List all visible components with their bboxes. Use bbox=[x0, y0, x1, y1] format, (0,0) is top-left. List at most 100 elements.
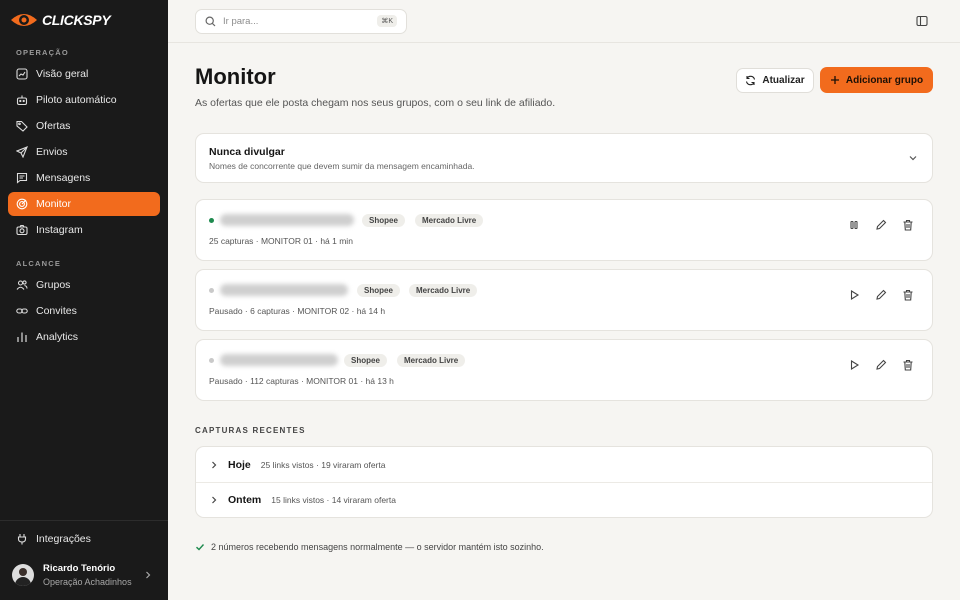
sidebar-item-label: Grupos bbox=[36, 279, 71, 291]
search-input[interactable]: Ir para... bbox=[223, 16, 258, 27]
edit-icon[interactable] bbox=[875, 289, 887, 301]
shortcut-badge: ⌘K bbox=[377, 15, 397, 27]
tag-icon bbox=[16, 120, 28, 132]
message-icon bbox=[16, 172, 28, 184]
user-name: Ricardo Tenório bbox=[43, 563, 116, 574]
group-name-blurred bbox=[220, 214, 354, 226]
refresh-label: Atualizar bbox=[762, 75, 805, 86]
user-profile[interactable]: Ricardo Tenório Operação Achadinhos bbox=[12, 560, 160, 590]
recent-day: Hoje bbox=[228, 458, 251, 471]
recent-captures-title: CAPTURAS RECENTES bbox=[195, 426, 306, 435]
plus-icon bbox=[830, 76, 839, 84]
sidebar-item-ofertas[interactable]: Ofertas bbox=[8, 114, 160, 138]
status-dot-paused bbox=[209, 358, 214, 363]
sidebar-item-envios[interactable]: Envios bbox=[8, 140, 160, 164]
edit-icon[interactable] bbox=[875, 219, 887, 231]
tag-mercado-livre: Mercado Livre bbox=[397, 354, 466, 367]
sidebar-item-instagram[interactable]: Instagram bbox=[8, 218, 160, 242]
trash-icon[interactable] bbox=[902, 359, 914, 371]
trash-icon[interactable] bbox=[902, 289, 914, 301]
edit-icon[interactable] bbox=[875, 359, 887, 371]
recent-info: 25 links vistos · 19 viraram oferta bbox=[260, 459, 386, 470]
robot-icon bbox=[16, 95, 28, 106]
logo-text: CLICKSPY bbox=[42, 12, 111, 28]
send-icon bbox=[16, 146, 28, 158]
sidebar-divider bbox=[0, 520, 168, 521]
section-label-alcance: ALCANCE bbox=[16, 259, 62, 268]
recent-info: 15 links vistos · 14 viraram oferta bbox=[271, 495, 396, 505]
pause-icon[interactable] bbox=[848, 219, 860, 231]
sidebar-item-piloto-automatico[interactable]: Piloto automático bbox=[8, 88, 160, 112]
status-dot-paused bbox=[209, 288, 214, 293]
check-icon bbox=[196, 544, 205, 551]
sidebar-toggle-icon[interactable] bbox=[916, 15, 928, 27]
sidebar-item-label: Mensagens bbox=[36, 172, 91, 184]
play-icon[interactable] bbox=[848, 359, 860, 371]
monitor-card: Shopee Mercado Livre Pausado · 6 captura… bbox=[195, 269, 933, 331]
search-icon bbox=[205, 16, 216, 27]
sidebar-item-label: Analytics bbox=[36, 331, 79, 343]
status-dot-active bbox=[209, 218, 214, 223]
sidebar-item-mensagens[interactable]: Mensagens bbox=[8, 166, 160, 190]
link-icon bbox=[16, 308, 28, 314]
sidebar-item-label: Integrações bbox=[36, 533, 91, 545]
page-subtitle: As ofertas que ele posta chegam nos seus… bbox=[195, 97, 556, 109]
radar-icon bbox=[16, 198, 28, 210]
sidebar-item-label: Ofertas bbox=[36, 120, 71, 132]
topbar: Ir para... ⌘K bbox=[168, 0, 960, 43]
sidebar-item-monitor[interactable]: Monitor bbox=[8, 192, 160, 216]
camera-icon bbox=[16, 225, 28, 236]
tag-shopee: Shopee bbox=[357, 284, 400, 297]
never-share-subtitle: Nomes de concorrente que devem sumir da … bbox=[209, 161, 475, 171]
sidebar-item-label: Instagram bbox=[36, 224, 83, 236]
recent-day: Ontem bbox=[228, 494, 262, 506]
monitor-meta: 25 capturas · MONITOR 01 · há 1 min bbox=[209, 236, 353, 246]
sidebar: CLICKSPY OPERAÇÃO Visão geral Piloto aut… bbox=[0, 0, 168, 600]
sidebar-item-visao-geral[interactable]: Visão geral bbox=[8, 62, 160, 86]
section-label-operacao: OPERAÇÃO bbox=[16, 48, 69, 57]
sidebar-item-label: Piloto automático bbox=[36, 94, 117, 106]
recent-captures-list: Hoje 25 links vistos · 19 viraram oferta… bbox=[195, 446, 933, 518]
play-icon[interactable] bbox=[848, 289, 860, 301]
sidebar-item-integracoes[interactable]: Integrações bbox=[8, 527, 160, 551]
refresh-button[interactable]: Atualizar bbox=[736, 68, 814, 93]
status-text: 2 números recebendo mensagens normalment… bbox=[211, 542, 544, 552]
add-group-label: Adicionar grupo bbox=[845, 74, 924, 86]
refresh-icon bbox=[746, 75, 756, 86]
tag-shopee: Shopee bbox=[362, 214, 405, 227]
status-message: 2 números recebendo mensagens normalment… bbox=[195, 542, 544, 552]
monitor-meta: Pausado · 112 capturas · MONITOR 01 · há… bbox=[209, 376, 394, 386]
chevron-down-icon[interactable] bbox=[908, 154, 918, 162]
logo-eye-icon bbox=[11, 14, 37, 26]
sidebar-item-grupos[interactable]: Grupos bbox=[8, 273, 160, 297]
never-share-title: Nunca divulgar bbox=[209, 146, 285, 158]
tag-shopee: Shopee bbox=[344, 354, 387, 367]
recent-row-hoje[interactable]: Hoje 25 links vistos · 19 viraram oferta bbox=[196, 447, 932, 482]
logo[interactable]: CLICKSPY bbox=[10, 10, 111, 30]
add-group-button[interactable]: Adicionar grupo bbox=[820, 67, 933, 93]
search-box[interactable]: Ir para... ⌘K bbox=[195, 9, 407, 34]
tag-mercado-livre: Mercado Livre bbox=[415, 214, 484, 227]
users-icon bbox=[16, 280, 28, 290]
never-share-panel[interactable]: Nunca divulgar Nomes de concorrente que … bbox=[195, 133, 933, 183]
sidebar-item-label: Convites bbox=[36, 305, 77, 317]
sidebar-item-label: Visão geral bbox=[36, 68, 89, 80]
chevron-right-icon bbox=[212, 496, 217, 504]
page-title: Monitor bbox=[195, 64, 276, 89]
trash-icon[interactable] bbox=[902, 219, 914, 231]
sidebar-item-convites[interactable]: Convites bbox=[8, 299, 160, 323]
plug-icon bbox=[17, 534, 27, 545]
recent-row-ontem[interactable]: Ontem 15 links vistos · 14 viraram ofert… bbox=[196, 482, 932, 517]
sidebar-item-analytics[interactable]: Analytics bbox=[8, 325, 160, 349]
chart-square-icon bbox=[16, 68, 28, 80]
sidebar-item-label: Monitor bbox=[36, 198, 72, 210]
chevron-right-icon bbox=[146, 571, 151, 579]
user-org: Operação Achadinhos bbox=[43, 577, 132, 587]
tag-mercado-livre: Mercado Livre bbox=[409, 284, 478, 297]
sidebar-item-label: Envios bbox=[36, 146, 68, 158]
monitor-meta: Pausado · 6 capturas · MONITOR 02 · há 1… bbox=[209, 306, 386, 316]
bar-chart-icon bbox=[17, 332, 27, 342]
monitor-card: Shopee Mercado Livre Pausado · 112 captu… bbox=[195, 339, 933, 401]
group-name-blurred bbox=[220, 284, 348, 296]
chevron-right-icon bbox=[212, 461, 217, 468]
